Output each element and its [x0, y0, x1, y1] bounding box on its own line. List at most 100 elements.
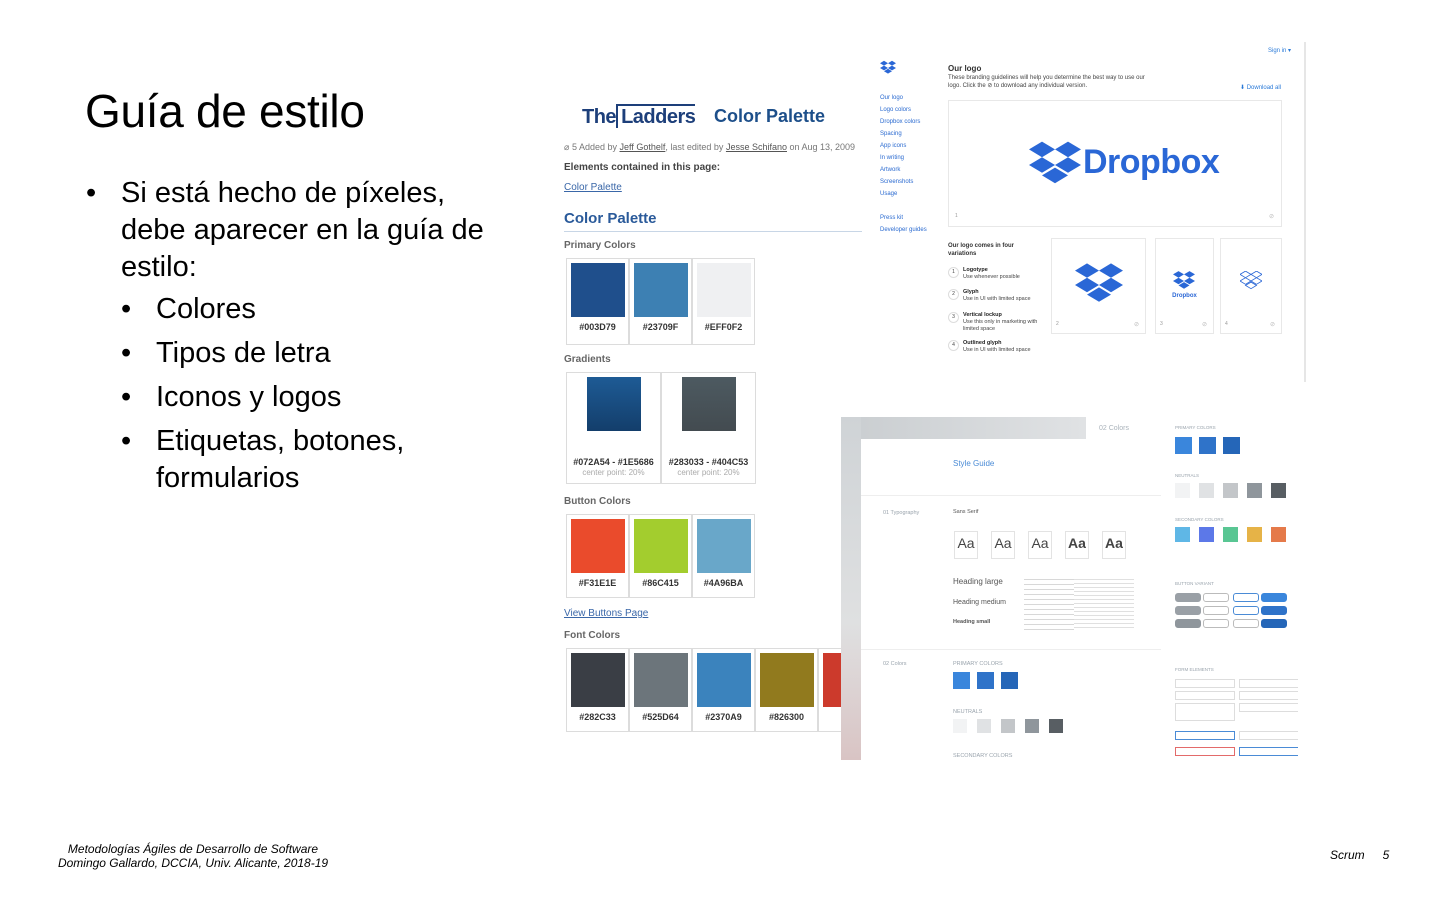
- mini-wordmark: Dropbox: [1172, 293, 1197, 299]
- sample-button[interactable]: [1261, 606, 1287, 615]
- nav-item-app-icons[interactable]: App icons: [880, 143, 906, 149]
- sample-button[interactable]: [1233, 593, 1259, 602]
- nav-item-in-writing[interactable]: In writing: [880, 155, 904, 161]
- sample-input[interactable]: [1175, 691, 1235, 700]
- signin-link[interactable]: Sign in ▾: [1268, 47, 1291, 54]
- bullet-symbol: •: [121, 381, 132, 413]
- nav-item-dropbox-colors[interactable]: Dropbox colors: [880, 119, 920, 125]
- bullet-symbol: •: [121, 337, 132, 369]
- sample-button[interactable]: [1261, 593, 1287, 602]
- secondary-colors-label: SECONDARY COLORS: [1175, 517, 1224, 522]
- swatch-hex: #003D79: [579, 322, 616, 332]
- color-chip: [977, 672, 994, 689]
- type-sample: Aa: [954, 531, 978, 559]
- nav-item-screenshots[interactable]: Screenshots: [880, 179, 913, 185]
- color-chip: [1199, 483, 1214, 498]
- dropbox-outlined-glyph-icon: [1240, 271, 1262, 290]
- footer-author: Domingo Gallardo, DCCIA, Univ. Alicante,…: [57, 856, 329, 870]
- nav-item-press-kit[interactable]: Press kit: [880, 215, 903, 221]
- divider: [861, 495, 1161, 496]
- nav-item-developer-guides[interactable]: Developer guides: [880, 227, 927, 233]
- ladders-logo-name: Ladders: [616, 104, 696, 128]
- meta-editor-link[interactable]: Jesse Schifano: [726, 142, 787, 152]
- swatch-chip: [633, 519, 688, 573]
- swatch: #283033 - #404C53 center point: 20%: [661, 372, 756, 484]
- sample-dropdown[interactable]: [1239, 731, 1298, 740]
- text-sample: [1024, 579, 1074, 631]
- swatch-chip: [696, 519, 751, 573]
- footer-credits: Metodologías Ágiles de Desarrollo de Sof…: [55, 842, 331, 870]
- dropbox-glyph-icon: [1029, 141, 1081, 184]
- sample-button[interactable]: [1261, 619, 1287, 628]
- meta-author-link[interactable]: Jeff Gothelf: [620, 142, 666, 152]
- swatch-hex: #86C415: [642, 578, 679, 588]
- link-icon[interactable]: ⊘: [1269, 213, 1274, 220]
- sub-bullet-text: Colores: [156, 293, 256, 325]
- link-icon[interactable]: ⊘: [1202, 321, 1207, 328]
- vertical-lockup-card: Dropbox 3 ⊘: [1155, 238, 1214, 334]
- swatch: #072A54 - #1E5686 center point: 20%: [566, 372, 661, 484]
- swatch-chip: [586, 377, 641, 431]
- nav-item-spacing[interactable]: Spacing: [880, 131, 902, 137]
- sample-dropdown-focus[interactable]: [1239, 747, 1298, 756]
- palette-section-title: Color Palette: [564, 210, 657, 227]
- sample-button[interactable]: [1203, 593, 1229, 602]
- view-buttons-link[interactable]: View Buttons Page: [564, 608, 648, 619]
- type-sample: Aa: [1065, 531, 1089, 559]
- sample-button[interactable]: [1233, 619, 1259, 628]
- variation-item: 3 Vertical lockup Use this only in marketi…: [948, 312, 1043, 333]
- dropbox-branding-screenshot: Sign in ▾ Our logo Logo colors Dropbox c…: [868, 42, 1306, 382]
- neutrals-label: NEUTRALS: [953, 709, 983, 715]
- bullet-main-text: Si está hecho de píxeles, debe aparecer …: [121, 177, 484, 283]
- color-chip: [1223, 483, 1238, 498]
- variation-item: 2 Glyph Use in UI with limited space: [948, 289, 1043, 303]
- color-chip: [1247, 527, 1262, 542]
- nav-item-usage[interactable]: Usage: [880, 191, 897, 197]
- variation-title: Logotype: [963, 267, 988, 273]
- sample-button[interactable]: [1175, 619, 1201, 628]
- heading-medium: Heading medium: [953, 599, 1006, 606]
- elements-label: Elements contained in this page:: [564, 162, 721, 173]
- variation-desc: Use whenever possible: [963, 274, 1020, 280]
- color-chip: [1247, 483, 1262, 498]
- footer-section-name: Scrum: [1330, 848, 1365, 862]
- meta-mid: , last edited by: [665, 142, 724, 152]
- heading-small: Heading small: [953, 619, 991, 625]
- sample-textarea[interactable]: [1175, 703, 1235, 721]
- variation-item: 4 Outlined glyph Use in UI with limited sp…: [948, 340, 1043, 354]
- variation-number: 3: [948, 312, 959, 323]
- sample-button[interactable]: [1233, 606, 1259, 615]
- color-chip: [1199, 527, 1214, 542]
- swatch-hex: #072A54 - #1E5686: [573, 457, 654, 467]
- page-number: 5: [1382, 848, 1390, 862]
- sample-button[interactable]: [1203, 606, 1229, 615]
- primary-colors-label: PRIMARY COLORS: [953, 661, 1003, 667]
- sample-button[interactable]: [1175, 606, 1201, 615]
- footer-section: Scrum 5: [1330, 848, 1389, 862]
- primary-colors-label: Primary Colors: [564, 240, 636, 251]
- nav-item-logo-colors[interactable]: Logo colors: [880, 107, 911, 113]
- nav-item-artwork[interactable]: Artwork: [880, 167, 900, 173]
- sample-input[interactable]: [1239, 679, 1298, 688]
- link-icon[interactable]: ⊘: [1270, 321, 1275, 328]
- slide-title: Guía de estilo: [85, 85, 365, 137]
- swatch-hex: #282C33: [579, 712, 616, 722]
- paperclip-icon: ⌀: [564, 142, 570, 152]
- sample-button[interactable]: [1203, 619, 1229, 628]
- color-chip: [1049, 719, 1063, 733]
- swatch-chip: [570, 653, 625, 707]
- sample-button[interactable]: [1175, 593, 1201, 602]
- bullet-symbol: •: [86, 177, 97, 209]
- sample-input-focus[interactable]: [1175, 731, 1235, 740]
- colors-tab[interactable]: 02 Colors: [1099, 425, 1129, 432]
- nav-item-our-logo[interactable]: Our logo: [880, 95, 903, 101]
- sample-input[interactable]: [1175, 679, 1235, 688]
- sample-input-error[interactable]: [1175, 747, 1235, 756]
- color-chip: [1223, 437, 1240, 454]
- link-icon[interactable]: ⊘: [1134, 321, 1139, 328]
- elements-link[interactable]: Color Palette: [564, 182, 622, 193]
- sample-input[interactable]: [1239, 691, 1298, 700]
- sample-input[interactable]: [1239, 703, 1298, 712]
- our-logo-description: These branding guidelines will help you …: [948, 75, 1145, 89]
- download-all-button[interactable]: ⬇ Download all: [1240, 84, 1281, 91]
